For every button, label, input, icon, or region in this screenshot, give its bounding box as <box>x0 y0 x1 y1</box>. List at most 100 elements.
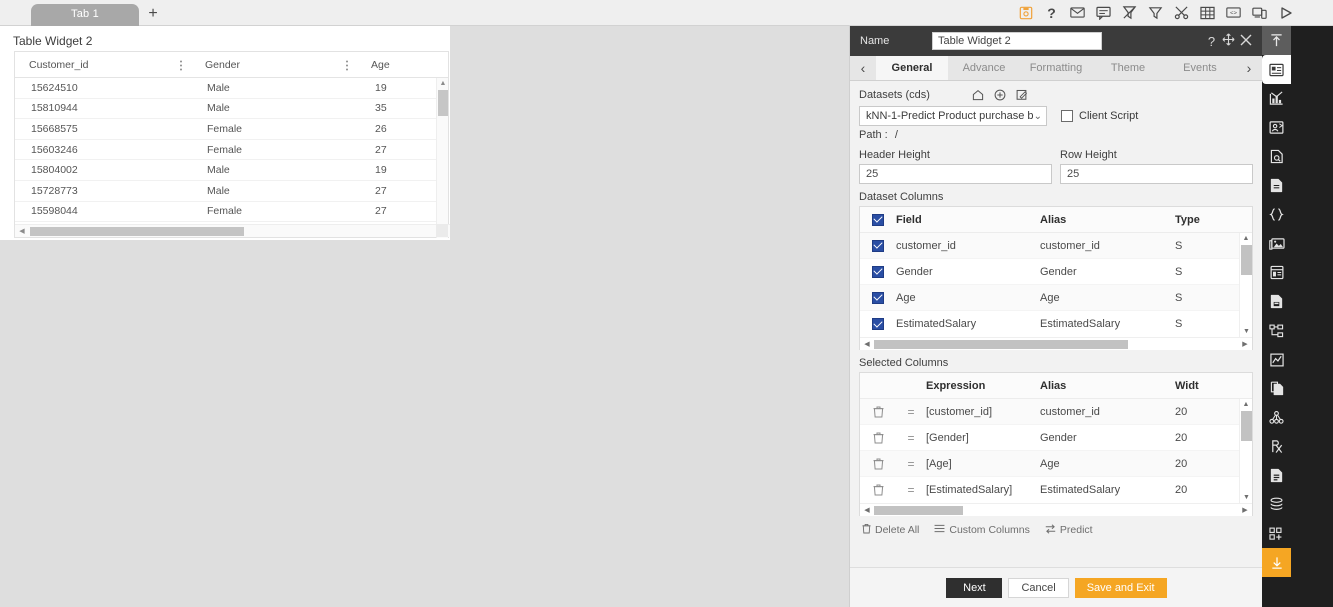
row-checkbox[interactable] <box>872 239 884 252</box>
cancel-button[interactable]: Cancel <box>1008 577 1069 598</box>
scroll-right-icon[interactable]: ▶ <box>1238 340 1252 348</box>
scroll-left-icon[interactable]: ◀ <box>15 227 29 235</box>
table-row[interactable]: = [customer_id] customer_id 20 <box>860 399 1252 425</box>
scroll-left-icon[interactable]: ◀ <box>860 506 874 514</box>
table-icon[interactable] <box>1200 5 1215 20</box>
table-row[interactable]: Gender Gender S <box>860 259 1252 285</box>
table-row[interactable]: 15668575 Female 26 <box>15 119 448 140</box>
trash-icon[interactable] <box>873 484 884 496</box>
rail-item-line-chart[interactable] <box>1262 345 1291 374</box>
rail-item-map[interactable] <box>1262 113 1291 142</box>
table-row[interactable]: = [Gender] Gender 20 <box>860 425 1252 451</box>
predict-link[interactable]: Predict <box>1045 523 1093 537</box>
table-row[interactable]: 15804002 Male 19 <box>15 160 448 181</box>
table-row[interactable]: = [EstimatedSalary] EstimatedSalary 20 <box>860 477 1252 503</box>
help-icon[interactable]: ? <box>1203 34 1220 49</box>
rail-item-duplicate[interactable] <box>1262 374 1291 403</box>
column-menu-icon[interactable] <box>346 58 349 71</box>
table-row[interactable]: EstimatedSalary EstimatedSalary S <box>860 311 1252 337</box>
workspace-tab-1[interactable]: Tab 1 <box>31 4 139 26</box>
scroll-down-icon[interactable]: ▼ <box>1240 326 1253 337</box>
rail-item-cluster[interactable] <box>1262 403 1291 432</box>
comment-icon[interactable] <box>1096 5 1111 20</box>
table-row[interactable]: customer_id customer_id S <box>860 233 1252 259</box>
rail-item-prescription[interactable] <box>1262 432 1291 461</box>
rail-item-report[interactable] <box>1262 461 1291 490</box>
edit-icon[interactable] <box>1016 89 1029 102</box>
rail-collapse-button[interactable] <box>1262 26 1291 55</box>
trash-icon[interactable] <box>873 458 884 470</box>
equals-icon[interactable]: = <box>907 405 914 419</box>
rail-item-add-module[interactable] <box>1262 519 1291 548</box>
rail-item-document[interactable] <box>1262 171 1291 200</box>
trash-icon[interactable] <box>873 406 884 418</box>
grid-column-header-customer-id[interactable]: Customer_id <box>15 52 191 77</box>
tabs-prev-button[interactable]: ‹ <box>850 56 876 80</box>
grid-column-header-age[interactable]: Age <box>357 52 427 77</box>
equals-icon[interactable]: = <box>907 483 914 497</box>
mail-icon[interactable] <box>1070 5 1085 20</box>
select-all-checkbox[interactable] <box>872 213 884 226</box>
copy-screen-icon[interactable] <box>1252 5 1267 20</box>
close-icon[interactable] <box>1237 34 1254 49</box>
move-icon[interactable] <box>1220 33 1237 49</box>
tabs-next-button[interactable]: › <box>1236 56 1262 80</box>
rail-item-image[interactable] <box>1262 229 1291 258</box>
add-tab-button[interactable]: + <box>142 4 164 24</box>
table-row[interactable]: 15598044 Female 27 <box>15 202 448 223</box>
chevron-down-icon[interactable]: ⌄ <box>1034 111 1042 122</box>
scroll-up-icon[interactable]: ▲ <box>1240 399 1252 410</box>
scroll-thumb[interactable] <box>30 226 244 236</box>
rail-item-widget-panel[interactable] <box>1262 55 1291 84</box>
dataset-columns-vertical-scrollbar[interactable]: ▲ ▼ <box>1239 233 1252 337</box>
grid-vertical-scrollbar[interactable]: ▲ ▼ <box>436 78 448 238</box>
tab-theme[interactable]: Theme <box>1092 56 1164 80</box>
scroll-down-icon[interactable]: ▼ <box>1240 492 1253 503</box>
rail-item-form[interactable] <box>1262 258 1291 287</box>
scroll-thumb[interactable] <box>1241 411 1252 441</box>
add-circle-icon[interactable] <box>994 89 1007 102</box>
selected-columns-horizontal-scrollbar[interactable]: ◀ ▶ <box>860 503 1252 516</box>
scroll-up-icon[interactable]: ▲ <box>437 78 448 89</box>
header-height-input[interactable]: 25 <box>859 164 1052 184</box>
dataset-columns-horizontal-scrollbar[interactable]: ◀ ▶ <box>860 337 1252 350</box>
scroll-thumb[interactable] <box>874 505 963 515</box>
table-row[interactable]: 15624510 Male 19 <box>15 78 448 99</box>
scroll-thumb[interactable] <box>1241 245 1252 275</box>
trash-icon[interactable] <box>873 432 884 444</box>
grid-horizontal-scrollbar[interactable]: ◀ ▶ <box>15 224 450 237</box>
scroll-right-icon[interactable]: ▶ <box>1238 506 1252 514</box>
rail-item-file-save[interactable] <box>1262 287 1291 316</box>
tab-general[interactable]: General <box>876 56 948 80</box>
scroll-left-icon[interactable]: ◀ <box>860 340 874 348</box>
table-row[interactable]: 15603246 Female 27 <box>15 140 448 161</box>
delete-all-link[interactable]: Delete All <box>862 523 919 537</box>
widget-name-input[interactable]: Table Widget 2 <box>932 32 1102 50</box>
row-height-input[interactable]: 25 <box>1060 164 1253 184</box>
save-icon[interactable] <box>1018 5 1033 20</box>
table-row[interactable]: = [Age] Age 20 <box>860 451 1252 477</box>
home-icon[interactable] <box>972 89 985 102</box>
tab-advance[interactable]: Advance <box>948 56 1020 80</box>
tab-formatting[interactable]: Formatting <box>1020 56 1092 80</box>
tools-icon[interactable] <box>1174 5 1189 20</box>
scroll-thumb[interactable] <box>874 339 1128 349</box>
client-script-checkbox[interactable] <box>1061 110 1073 122</box>
row-checkbox[interactable] <box>872 291 884 304</box>
row-checkbox[interactable] <box>872 318 884 330</box>
help-icon[interactable]: ? <box>1044 5 1059 21</box>
custom-columns-link[interactable]: Custom Columns <box>934 524 1030 536</box>
equals-icon[interactable]: = <box>907 431 914 445</box>
clear-filter-icon[interactable] <box>1122 5 1137 20</box>
rail-item-code-braces[interactable] <box>1262 200 1291 229</box>
column-menu-icon[interactable] <box>180 58 183 71</box>
rail-item-data-search[interactable] <box>1262 142 1291 171</box>
save-and-exit-button[interactable]: Save and Exit <box>1074 577 1167 598</box>
next-button[interactable]: Next <box>946 577 1003 598</box>
row-checkbox[interactable] <box>872 265 884 278</box>
tab-events[interactable]: Events <box>1164 56 1236 80</box>
table-row[interactable]: 15810944 Male 35 <box>15 99 448 120</box>
scroll-thumb[interactable] <box>438 90 448 116</box>
dataset-select[interactable]: kNN-1-Predict Product purchase b... ⌄ <box>859 106 1047 126</box>
table-row[interactable]: Age Age S <box>860 285 1252 311</box>
